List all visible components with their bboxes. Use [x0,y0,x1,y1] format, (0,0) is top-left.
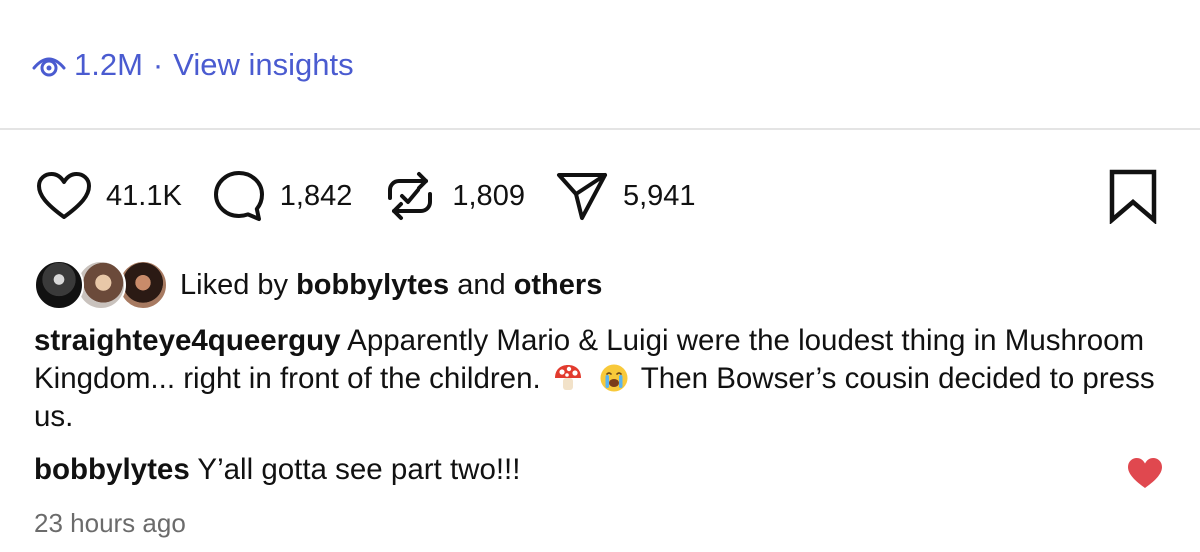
view-insights-label[interactable]: View insights [173,47,353,83]
liked-by-others-link[interactable]: others [514,269,603,301]
comment-bubble-icon [212,169,266,223]
liker-avatars[interactable] [34,260,174,310]
caption-username-link[interactable]: straighteye4queerguy [34,324,341,357]
separator-dot: · [152,47,164,82]
liked-by-conjunction: and [457,268,506,301]
post-caption: straighteye4queerguy Apparently Mario & … [34,322,1174,436]
eye-icon [32,50,70,80]
comment-text: Y’all gotta see part two!!! [197,453,521,486]
comment-row: bobbylytes Y’all gotta see part two!!! [34,450,520,490]
bookmark-icon [1106,169,1160,228]
crying-face-emoji-icon [599,363,629,393]
repost-count: 1,809 [452,179,525,212]
like-button[interactable]: 41.1K [36,171,182,221]
repost-button[interactable]: 1,809 [382,168,525,224]
share-button[interactable]: 5,941 [555,169,696,223]
comment-count: 1,842 [279,179,353,212]
comment-username-link[interactable]: bobbylytes [34,453,190,486]
liked-by-row[interactable]: Liked by bobbylytes and others [34,260,602,310]
liked-by-prefix: Liked by [180,268,289,301]
avatar[interactable] [34,260,84,310]
like-count: 41.1K [106,179,182,212]
action-bar: 41.1K 1,842 1,809 5,941 [36,166,726,226]
view-insights-link[interactable]: 1.2M · View insights [32,44,354,86]
send-icon [555,169,609,223]
heart-icon [36,171,92,221]
liked-by-user-link[interactable]: bobbylytes [296,269,449,301]
divider [0,128,1200,130]
view-count: 1.2M [74,47,143,82]
liked-by-text: Liked by bobbylytes and others [180,269,602,302]
post-timestamp: 23 hours ago [34,508,186,538]
share-count: 5,941 [622,179,696,212]
heart-filled-icon [1126,458,1164,494]
bookmark-button[interactable] [1106,168,1160,225]
repost-icon [382,168,438,224]
mushroom-emoji-icon [553,363,583,393]
comment-button[interactable]: 1,842 [212,169,353,223]
comment-like-button[interactable] [1126,456,1164,490]
